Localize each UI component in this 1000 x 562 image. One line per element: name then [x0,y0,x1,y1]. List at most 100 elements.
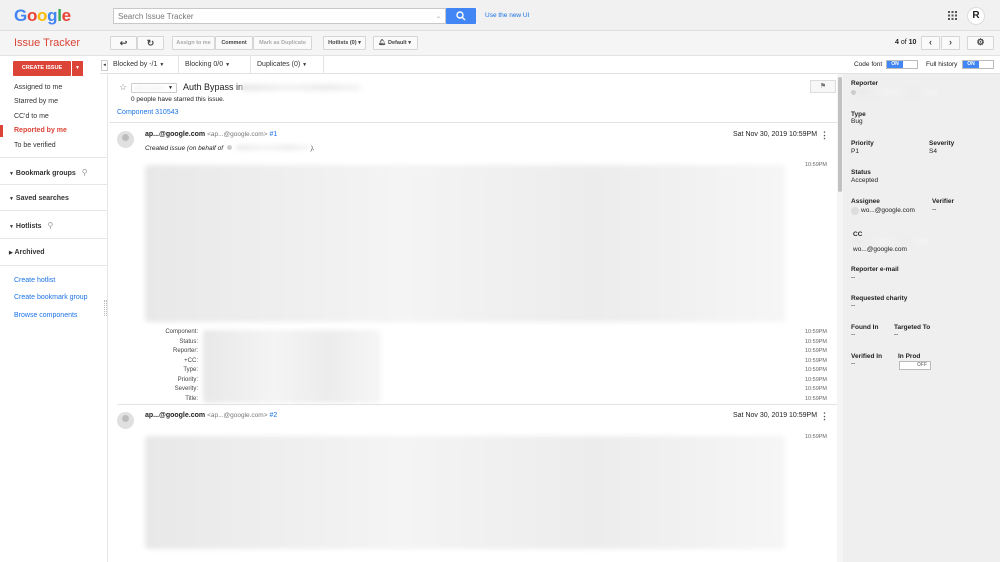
search-button[interactable] [446,8,476,24]
sidebar-item-starred-by-me[interactable]: Starred by me [14,98,58,105]
found-in-value[interactable]: -- [851,331,855,338]
mark-as-duplicate-button[interactable]: Mark as Duplicate [253,36,312,50]
reporter-email-value[interactable]: -- [851,274,855,281]
next-issue-button[interactable]: › [941,36,960,50]
flag-button[interactable]: ⚑ [810,80,836,93]
comment-2-header: ap...@google.com <ap...@google.com> #2 [145,412,277,419]
redacted-email [235,145,311,150]
assignee-value[interactable]: wo...@google.com [861,207,915,214]
apps-grid-icon[interactable] [948,11,957,20]
logo-letter: o [26,6,38,25]
settings-button[interactable]: ⚙ [967,36,994,50]
priority-value[interactable]: P1 [851,148,859,155]
blocking-label: Blocking 0/0 [185,61,224,68]
reporter-label: Reporter [851,80,879,87]
full-history-label: Full history [926,61,958,68]
duplicates-label: Duplicates (0) [257,61,301,68]
chevron-left-icon: ◂ [103,62,106,68]
divider [0,210,108,211]
search-icon[interactable]: ⚲ [82,168,88,177]
notifications-default-button[interactable]: 🔔︎ Default ▾ [373,36,418,50]
code-font-label: Code font [854,61,883,68]
status-value[interactable]: Accepted [851,177,878,184]
more-options-icon[interactable]: ⋮ [820,130,829,141]
blocked-by-label: Blocked by -/1 [113,61,158,68]
targeted-to-value[interactable]: -- [894,331,898,338]
use-new-ui-link[interactable]: Use the new UI [485,12,529,19]
assign-to-me-button[interactable]: Assign to me [172,36,215,50]
hotlists-section[interactable]: ▼ Hotlists ⚲ [9,221,53,230]
archived-section[interactable]: ▶ Archived [9,249,45,256]
saved-searches-section[interactable]: ▼ Saved searches [9,195,69,202]
comment-author[interactable]: ap...@google.com [145,412,205,419]
duplicates-dropdown[interactable]: Duplicates (0) ▼ [257,61,307,68]
type-value[interactable]: Bug [851,118,863,125]
app-title[interactable]: Issue Tracker [14,37,80,49]
blocking-dropdown[interactable]: Blocking 0/0 ▼ [185,61,230,68]
in-prod-label: In Prod [898,353,921,360]
type-label: Type [851,111,866,118]
field-change-label: Component: [165,329,198,335]
component-path-dropdown[interactable]: ▼ [131,83,177,93]
sidebar-item-assigned-to-me[interactable]: Assigned to me [14,84,62,91]
pager-current: 4 [895,39,899,46]
divider [250,56,251,74]
create-bookmark-group-link[interactable]: Create bookmark group [14,294,88,301]
create-issue-button[interactable]: CREATE ISSUE [13,61,71,76]
gear-icon: ⚙ [976,37,985,47]
google-logo[interactable]: Google [14,6,71,26]
commenter-avatar [117,412,134,429]
component-link[interactable]: Component 310543 [117,109,179,116]
requested-charity-value[interactable]: -- [851,302,855,309]
search-input[interactable]: Search Issue Tracker [113,8,446,24]
redacted-field-values [203,330,381,403]
comment-button[interactable]: Comment [215,36,253,50]
active-indicator [0,125,3,137]
field-change-label: +CC: [184,358,198,364]
full-history-toggle[interactable]: ON [962,60,994,69]
comment-number-link[interactable]: #2 [269,412,277,419]
verifier-label: Verifier [932,198,955,205]
bookmark-groups-section[interactable]: ▼ Bookmark groups ⚲ [9,168,88,177]
sidebar-item-reported-by-me[interactable]: Reported by me [14,127,67,134]
search-icon[interactable]: ⚲ [48,221,54,230]
requested-charity-label: Requested charity [851,295,908,302]
comment-time: 10:59PM [805,162,828,168]
browse-components-link[interactable]: Browse components [14,312,77,319]
sidebar-item-ccd-to-me[interactable]: CC'd to me [14,113,49,120]
comment-author-email: <ap...@google.com> [207,131,268,138]
field-change-label: Type: [183,367,198,373]
divider [323,56,324,74]
chevron-right-icon: › [949,37,952,47]
back-button[interactable]: ↩ [110,36,137,50]
code-font-toggle[interactable]: ON [886,60,918,69]
severity-value[interactable]: S4 [929,148,937,155]
account-avatar[interactable]: R [967,7,985,25]
comment-author[interactable]: ap...@google.com [145,131,205,138]
caret-down-icon: ▼ [159,62,165,68]
verified-in-value[interactable]: -- [851,360,855,367]
assignee-label: Assignee [851,198,880,205]
previous-issue-button[interactable]: ‹ [921,36,940,50]
scrollbar-thumb[interactable] [838,77,842,192]
field-change-label: Severity: [174,386,198,392]
redacted-comment-body [145,165,785,322]
star-icon[interactable]: ☆ [119,82,127,93]
more-options-icon[interactable]: ⋮ [820,411,829,422]
priority-label: Priority [851,140,874,147]
blocked-by-dropdown[interactable]: Blocked by -/1 ▼ [113,61,164,68]
create-issue-dropdown[interactable]: ▼ [72,61,83,76]
sidebar-resize-handle[interactable] [104,300,107,316]
verifier-value[interactable]: -- [932,206,936,213]
collapse-sidebar-button[interactable]: ◂ [101,60,108,71]
search-options-icon[interactable]: ⌄ [436,13,441,20]
cc-value[interactable]: wo...@google.com [853,246,907,253]
hotlists-button[interactable]: Hotlists (0) ▾ [323,36,366,50]
targeted-to-label: Targeted To [894,324,931,331]
in-prod-toggle[interactable]: OFF [899,361,931,370]
create-hotlist-link[interactable]: Create hotlist [14,277,55,284]
comment-number-link[interactable]: #1 [269,131,277,138]
field-change-label: Status: [179,339,198,345]
sidebar-item-to-be-verified[interactable]: To be verified [14,142,56,149]
refresh-button[interactable]: ↻ [137,36,164,50]
